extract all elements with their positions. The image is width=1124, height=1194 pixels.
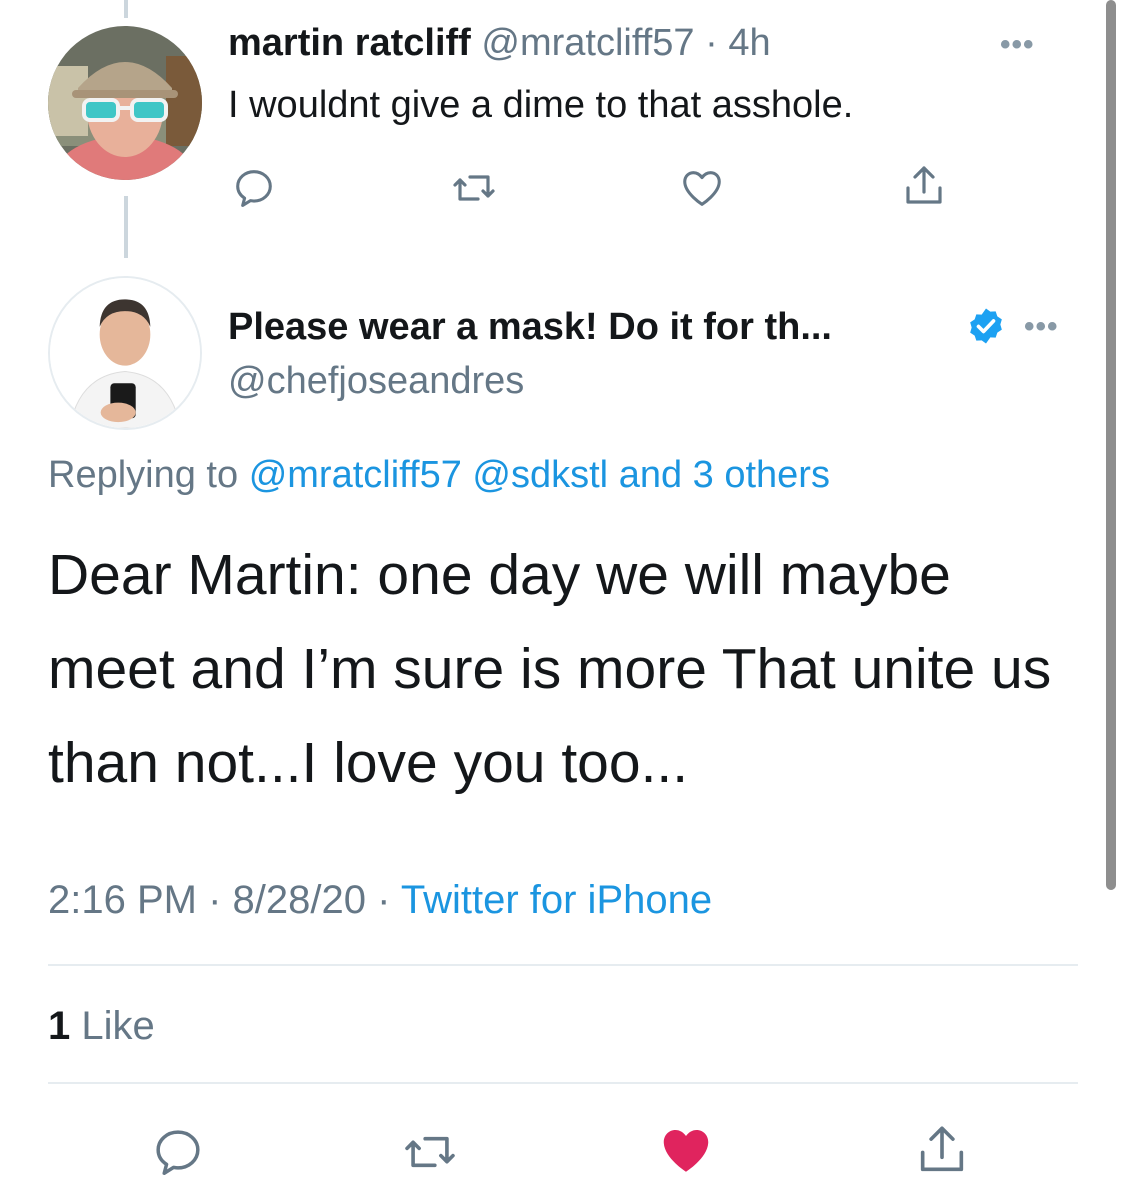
tweet-date[interactable]: 8/28/20 bbox=[233, 878, 366, 922]
scrollbar[interactable] bbox=[1106, 0, 1116, 890]
tweet-meta: 2:16 PM · 8/28/20 · Twitter for iPhone bbox=[48, 878, 712, 923]
thread-connector bbox=[124, 0, 128, 18]
reply-button[interactable] bbox=[226, 160, 282, 216]
tweet-text: I wouldnt give a dime to that asshole. bbox=[228, 84, 854, 126]
share-button[interactable] bbox=[896, 158, 952, 214]
separator: · bbox=[705, 22, 718, 64]
author-name[interactable]: martin ratcliff bbox=[228, 22, 471, 64]
retweet-button[interactable] bbox=[446, 160, 502, 216]
reply-button[interactable] bbox=[146, 1120, 210, 1184]
avatar-image bbox=[48, 26, 202, 180]
mention-link[interactable]: @mratcliff57 bbox=[249, 454, 462, 496]
author-handle[interactable]: @chefjoseandres bbox=[228, 360, 524, 402]
avatar-image bbox=[50, 278, 200, 428]
heart-icon bbox=[683, 171, 721, 206]
like-count-label: Like bbox=[81, 1004, 155, 1048]
more-options-button[interactable]: ••• bbox=[1024, 310, 1059, 344]
replying-to-label: Replying to bbox=[48, 454, 239, 496]
reply-icon bbox=[156, 1130, 200, 1175]
likes-count[interactable]: 1 Like bbox=[48, 1004, 155, 1049]
like-button[interactable] bbox=[674, 160, 730, 216]
author-handle[interactable]: @mratcliff57 bbox=[481, 22, 694, 64]
tweet-text: Dear Martin: one day we will maybe meet … bbox=[48, 543, 1052, 795]
tweet-source-link[interactable]: Twitter for iPhone bbox=[401, 878, 712, 922]
retweet-button[interactable] bbox=[398, 1120, 462, 1184]
thread-connector bbox=[124, 196, 128, 258]
author-handle-row: @chefjoseandres bbox=[228, 360, 524, 403]
timestamp[interactable]: 4h bbox=[728, 22, 770, 64]
tweet-time[interactable]: 2:16 PM bbox=[48, 878, 197, 922]
verified-badge-icon bbox=[970, 308, 1002, 344]
separator: · bbox=[377, 878, 391, 922]
like-button[interactable] bbox=[654, 1118, 718, 1182]
author-name[interactable]: Please wear a mask! Do it for th... bbox=[228, 306, 832, 348]
avatar[interactable] bbox=[48, 276, 202, 430]
tweet-header: martin ratcliff @mratcliff57 · 4h bbox=[228, 22, 771, 65]
retweet-icon bbox=[453, 175, 495, 201]
separator: · bbox=[208, 878, 222, 922]
more-options-button[interactable]: ••• bbox=[1000, 28, 1035, 62]
retweet-icon bbox=[405, 1136, 455, 1168]
like-count-number: 1 bbox=[48, 1004, 71, 1048]
avatar[interactable] bbox=[48, 26, 202, 180]
tweet-header: Please wear a mask! Do it for th... bbox=[228, 306, 832, 349]
heart-icon bbox=[663, 1129, 709, 1172]
replying-to: Replying to @mratcliff57 @sdkstl and 3 o… bbox=[48, 454, 830, 497]
share-button[interactable] bbox=[910, 1118, 974, 1182]
reply-icon bbox=[236, 170, 272, 207]
divider bbox=[48, 964, 1078, 966]
others-link[interactable]: and 3 others bbox=[619, 454, 830, 496]
divider bbox=[48, 1082, 1078, 1084]
share-icon bbox=[920, 1126, 964, 1172]
verified-badge bbox=[966, 306, 1006, 351]
share-icon bbox=[906, 166, 942, 204]
mention-link[interactable]: @sdkstl bbox=[472, 454, 608, 496]
